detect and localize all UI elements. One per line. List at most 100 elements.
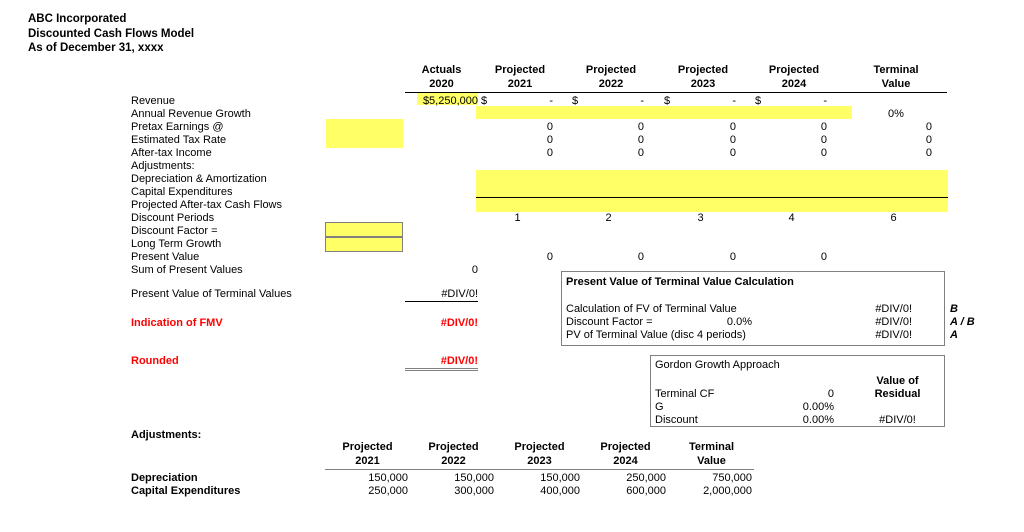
col-header-2024-bottom: 2024 bbox=[781, 78, 807, 90]
pv-panel-row-1-label: Discount Factor = bbox=[566, 316, 653, 328]
adj-col-header-2021-bottom: 2021 bbox=[355, 455, 380, 467]
row-label-projected-after-tax-cash-flows: Projected After-tax Cash Flows bbox=[131, 199, 283, 211]
estimated-tax-rate-2022[interactable]: 0 bbox=[573, 134, 644, 147]
title-line-2: Discounted Cash Flows Model bbox=[28, 27, 195, 40]
col-header-2021-top: Projected bbox=[494, 64, 546, 76]
estimated-tax-rate-2023[interactable]: 0 bbox=[665, 134, 736, 147]
estimated-tax-rate-terminal[interactable]: 0 bbox=[855, 134, 932, 147]
indication-of-fmv-label: Indication of FMV bbox=[131, 317, 223, 329]
adj-depreciation-2021[interactable]: 150,000 bbox=[325, 472, 408, 485]
col-header-2022-top: Projected bbox=[585, 64, 637, 76]
long-term-growth-input[interactable] bbox=[325, 237, 403, 252]
adjustments-section-label: Adjustments: bbox=[131, 429, 202, 441]
row-label-sum-of-present-values: Sum of Present Values bbox=[131, 264, 243, 276]
adj-col-header-2022-top: Projected bbox=[428, 441, 479, 453]
highlight-adjustments-band[interactable] bbox=[476, 170, 948, 212]
pretax-earnings-2021[interactable]: 0 bbox=[482, 121, 553, 134]
revenue-value-2022[interactable]: - bbox=[572, 95, 644, 108]
gordon-row-0-value: 0 bbox=[827, 388, 834, 400]
adj-capex-2021[interactable]: 250,000 bbox=[325, 485, 408, 498]
gordon-row-2-label: Discount bbox=[655, 414, 698, 426]
row-label-long-term-growth: Long Term Growth bbox=[131, 238, 222, 250]
row-label-discount-factor: Discount Factor = bbox=[131, 225, 218, 237]
col-header-terminal-top: Terminal bbox=[873, 64, 919, 76]
title-line-3: As of December 31, xxxx bbox=[28, 42, 164, 54]
cash-flows-subtotal-rule bbox=[476, 197, 948, 198]
adj-depreciation-2024[interactable]: 250,000 bbox=[583, 472, 666, 485]
pv-terminal-values-value: #DIV/0! bbox=[441, 288, 478, 300]
adj-depreciation-terminal[interactable]: 750,000 bbox=[669, 472, 752, 485]
pv-panel-row-1-tag: A / B bbox=[950, 316, 975, 328]
col-header-2023-top: Projected bbox=[677, 64, 729, 76]
title-line-1: ABC Incorporated bbox=[28, 13, 127, 25]
adjustments-header-rule bbox=[325, 469, 754, 470]
adj-depreciation-2022[interactable]: 150,000 bbox=[411, 472, 494, 485]
col-header-2023-bottom: 2023 bbox=[690, 78, 716, 90]
estimated-tax-rate-2024[interactable]: 0 bbox=[756, 134, 827, 147]
document-title-block: ABC Incorporated Discounted Cash Flows M… bbox=[28, 12, 194, 56]
adj-col-header-2021-top: Projected bbox=[342, 441, 393, 453]
indication-of-fmv-value: #DIV/0! bbox=[440, 317, 478, 329]
col-header-actuals-top: Actuals bbox=[421, 64, 462, 76]
rounded-double-rule bbox=[405, 368, 478, 371]
pv-panel-row-2-label: PV of Terminal Value (disc 4 periods) bbox=[566, 329, 746, 341]
discount-period-2022: 2 bbox=[605, 212, 612, 224]
rounded-label: Rounded bbox=[131, 355, 179, 367]
pv-panel-row-2-tag: A bbox=[950, 329, 958, 341]
after-tax-income-2023[interactable]: 0 bbox=[665, 147, 736, 160]
gordon-row-1-value[interactable]: 0.00% bbox=[770, 401, 834, 414]
discount-period-terminal: 6 bbox=[890, 212, 897, 224]
sum-of-present-values-value: 0 bbox=[471, 264, 478, 276]
highlight-pretax-and-tax-rate[interactable] bbox=[326, 119, 403, 148]
pv-panel-row-1-value: #DIV/0! bbox=[875, 316, 912, 328]
gordon-residual-header-line1: Value of bbox=[876, 375, 919, 387]
discount-factor-input[interactable] bbox=[325, 222, 403, 237]
adj-col-header-2022-bottom: 2022 bbox=[441, 455, 466, 467]
after-tax-income-2022[interactable]: 0 bbox=[573, 147, 644, 160]
adj-col-header-2023-top: Projected bbox=[514, 441, 565, 453]
revenue-value-2021[interactable]: - bbox=[481, 95, 553, 108]
adj-capex-2022[interactable]: 300,000 bbox=[411, 485, 494, 498]
adj-col-header-terminal-top: Terminal bbox=[688, 441, 735, 453]
col-header-2022-bottom: 2022 bbox=[598, 78, 624, 90]
discount-period-2023: 3 bbox=[697, 212, 704, 224]
adj-capex-2024[interactable]: 600,000 bbox=[583, 485, 666, 498]
after-tax-income-2024[interactable]: 0 bbox=[756, 147, 827, 160]
adj-col-header-2024-top: Projected bbox=[600, 441, 651, 453]
gordon-growth-panel-title: Gordon Growth Approach bbox=[655, 359, 780, 371]
adj-capex-terminal[interactable]: 2,000,000 bbox=[669, 485, 752, 498]
discount-period-2021: 1 bbox=[514, 212, 521, 224]
pretax-earnings-2024[interactable]: 0 bbox=[756, 121, 827, 134]
pv-panel-row-1-mid: 0.0% bbox=[726, 316, 752, 328]
gordon-row-1-label: G bbox=[655, 401, 664, 413]
pv-terminal-values-rule bbox=[405, 301, 478, 302]
row-label-annual-revenue-growth: Annual Revenue Growth bbox=[131, 108, 251, 120]
revenue-actual-2020[interactable]: $5,250,000 bbox=[405, 95, 478, 108]
pv-panel-row-0-tag: B bbox=[950, 303, 958, 315]
main-table-header-rule bbox=[405, 92, 947, 93]
gordon-row-2-residual: #DIV/0! bbox=[879, 414, 916, 426]
pretax-earnings-2022[interactable]: 0 bbox=[573, 121, 644, 134]
gordon-row-0-label: Terminal CF bbox=[655, 388, 715, 400]
row-label-adjustments: Adjustments: bbox=[131, 160, 195, 172]
adj-capex-2023[interactable]: 400,000 bbox=[497, 485, 580, 498]
after-tax-income-terminal[interactable]: 0 bbox=[855, 147, 932, 160]
pretax-earnings-2023[interactable]: 0 bbox=[665, 121, 736, 134]
pv-terminal-value-panel-title: Present Value of Terminal Value Calculat… bbox=[566, 276, 794, 288]
estimated-tax-rate-2021[interactable]: 0 bbox=[482, 134, 553, 147]
adj-depreciation-2023[interactable]: 150,000 bbox=[497, 472, 580, 485]
pretax-earnings-terminal[interactable]: 0 bbox=[855, 121, 932, 134]
row-label-estimated-tax-rate: Estimated Tax Rate bbox=[131, 134, 227, 146]
highlight-annual-revenue-growth[interactable] bbox=[476, 106, 852, 119]
pv-panel-row-0-label: Calculation of FV of Terminal Value bbox=[566, 303, 737, 315]
row-label-pretax-earnings: Pretax Earnings @ bbox=[131, 121, 224, 133]
annual-revenue-growth-terminal[interactable]: 0% bbox=[855, 108, 937, 121]
after-tax-income-2021[interactable]: 0 bbox=[482, 147, 553, 160]
gordon-row-2-value[interactable]: 0.00% bbox=[770, 414, 834, 427]
adj-col-header-2024-bottom: 2024 bbox=[613, 455, 638, 467]
row-label-present-value: Present Value bbox=[131, 251, 200, 263]
adj-col-header-terminal-bottom: Value bbox=[697, 455, 726, 467]
adj-row-capex-label: Capital Expenditures bbox=[131, 485, 241, 497]
revenue-value-2024[interactable]: - bbox=[755, 95, 827, 108]
revenue-value-2023[interactable]: - bbox=[664, 95, 736, 108]
